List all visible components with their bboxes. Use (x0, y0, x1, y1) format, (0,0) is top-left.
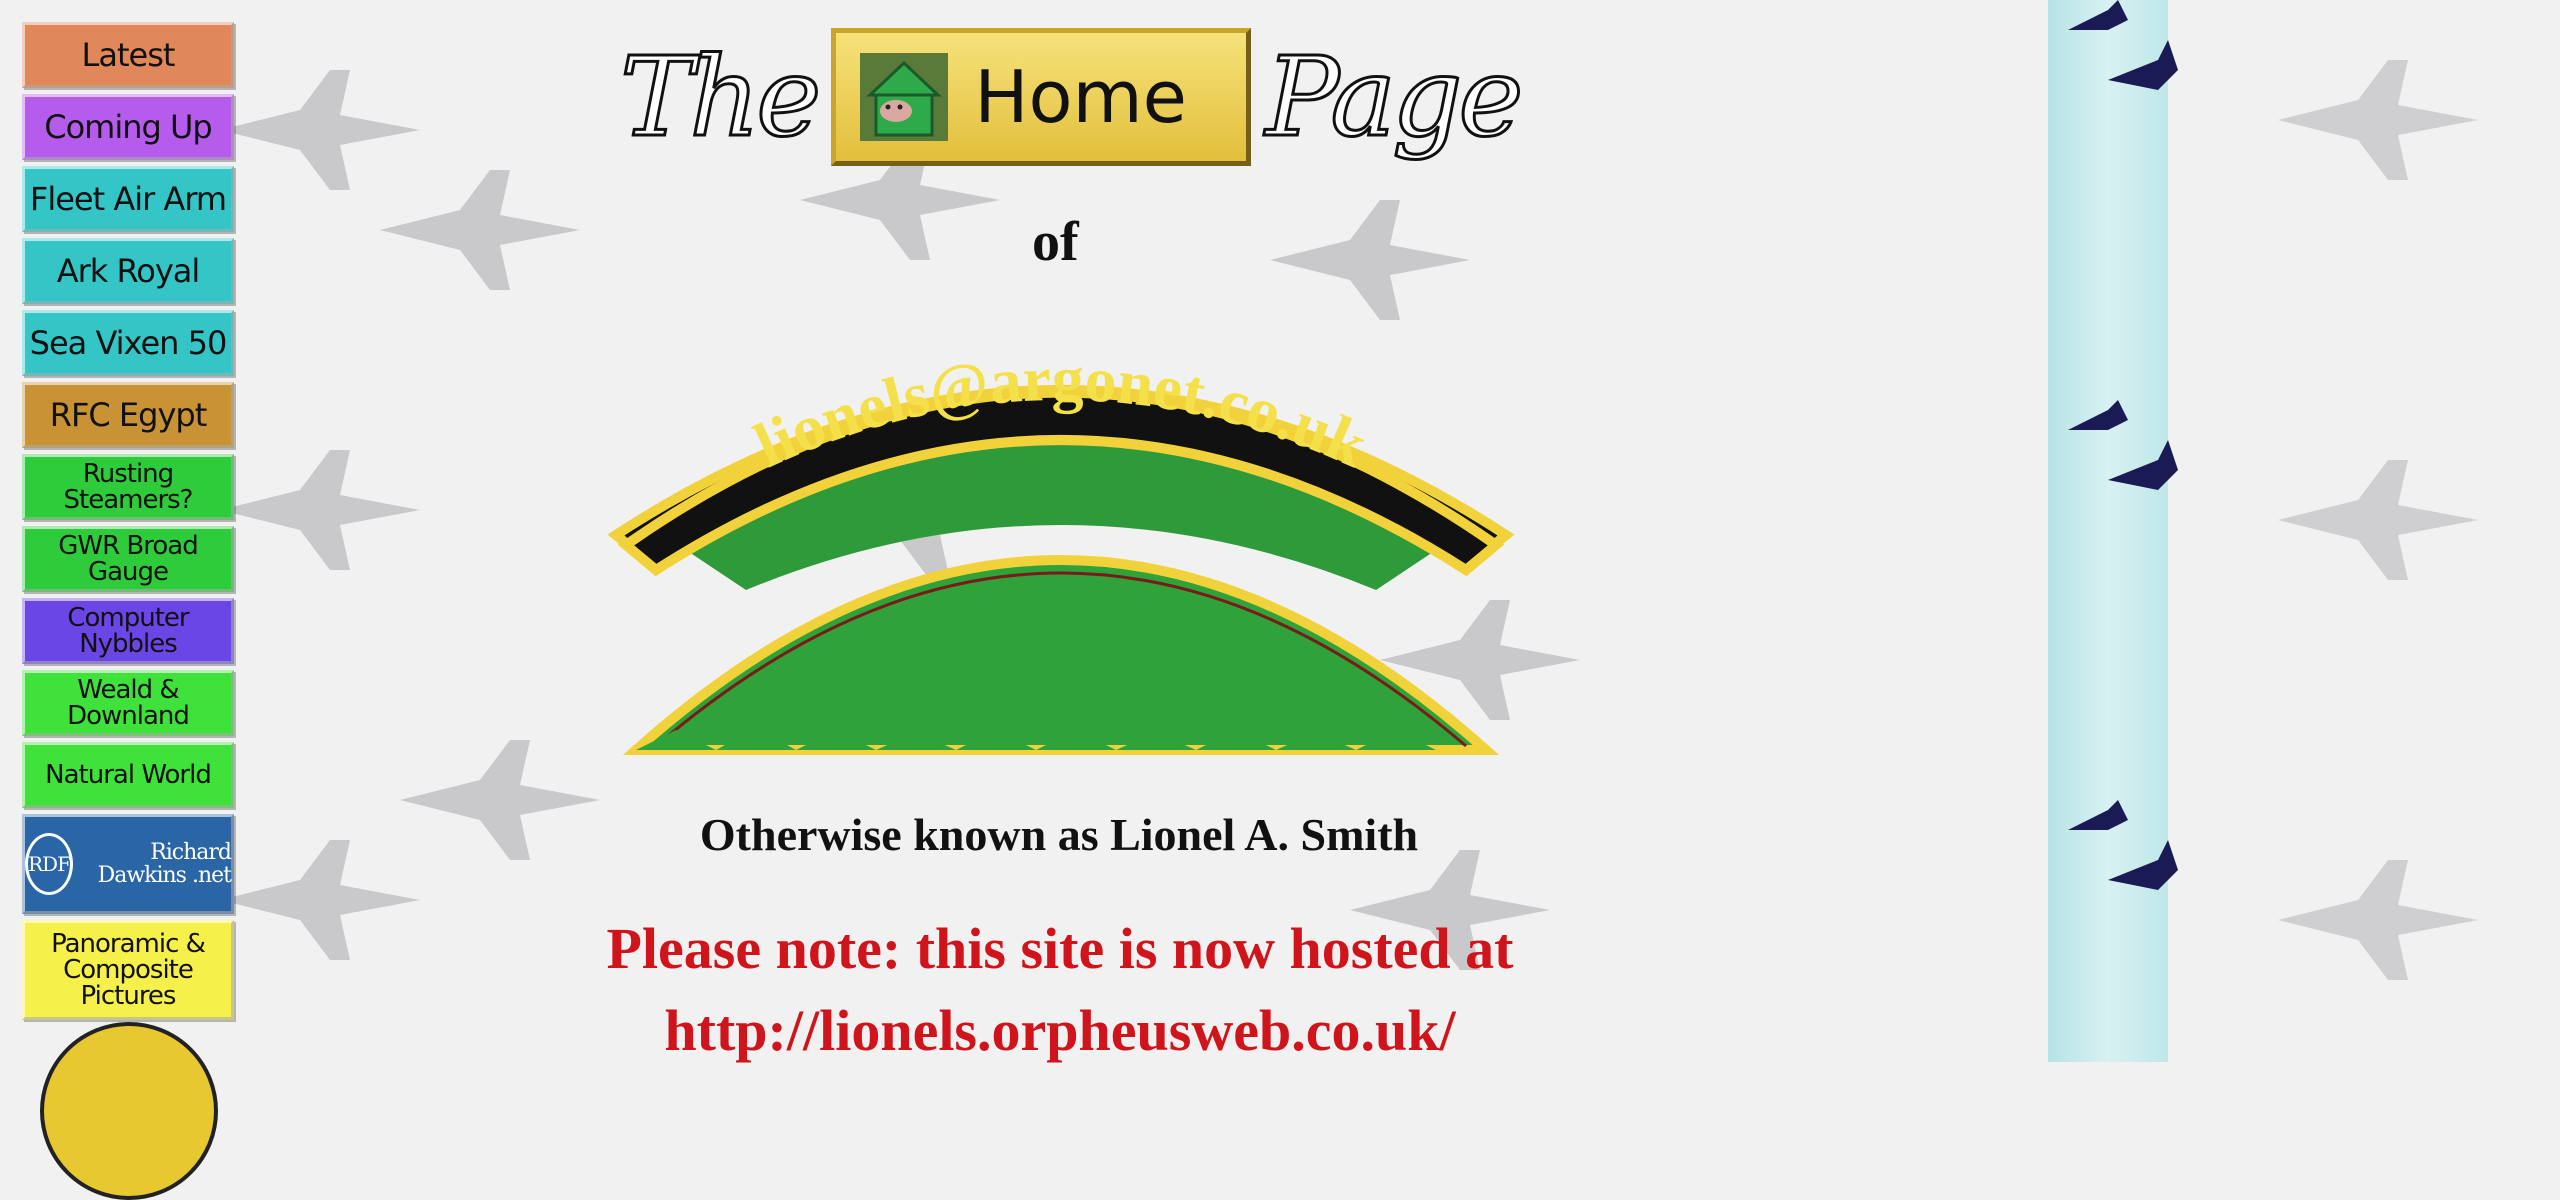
sidebar-nav: Latest Coming Up Fleet Air Arm Ark Royal… (22, 22, 238, 1026)
of-text: of (1032, 211, 1079, 273)
nav-gwr-broad-gauge-button[interactable]: GWR Broad Gauge (22, 526, 234, 592)
argonet-logo: lionels@argonet.co.uk (607, 343, 1515, 755)
nav-panoramic-button[interactable]: Panoramic & Composite Pictures (22, 920, 234, 1020)
nav-fleet-air-arm-button[interactable]: Fleet Air Arm (22, 166, 234, 232)
doghouse-icon (860, 53, 949, 141)
aka-text: Otherwise known as Lionel A. Smith (699, 809, 1419, 860)
nav-sea-vixen-button[interactable]: Sea Vixen 50 (22, 310, 234, 376)
nav-natural-world-button[interactable]: Natural World (22, 742, 234, 808)
home-label: Home (974, 55, 1187, 139)
nav-rusting-steamers-button[interactable]: Rusting Steamers? (22, 454, 234, 520)
nav-coming-up-button[interactable]: Coming Up (22, 94, 234, 160)
title-the: The (618, 32, 822, 163)
fleet-air-arm-badge-icon[interactable] (40, 1022, 218, 1200)
nav-rfc-egypt-button[interactable]: RFC Egypt (22, 382, 234, 448)
hosting-notice: Please note: this site is now hosted at … (606, 916, 1514, 1064)
nav-ark-royal-button[interactable]: Ark Royal (22, 238, 234, 304)
page-title: The Home Page (618, 22, 1525, 172)
title-page: Page (1264, 32, 1525, 163)
nav-weald-downland-button[interactable]: Weald & Downland (22, 670, 234, 736)
nav-latest-button[interactable]: Latest (22, 22, 234, 88)
nav-computer-nybbles-button[interactable]: Computer Nybbles (22, 598, 234, 664)
home-button[interactable]: Home (831, 28, 1252, 166)
decorative-stripe (2048, 0, 2168, 1062)
